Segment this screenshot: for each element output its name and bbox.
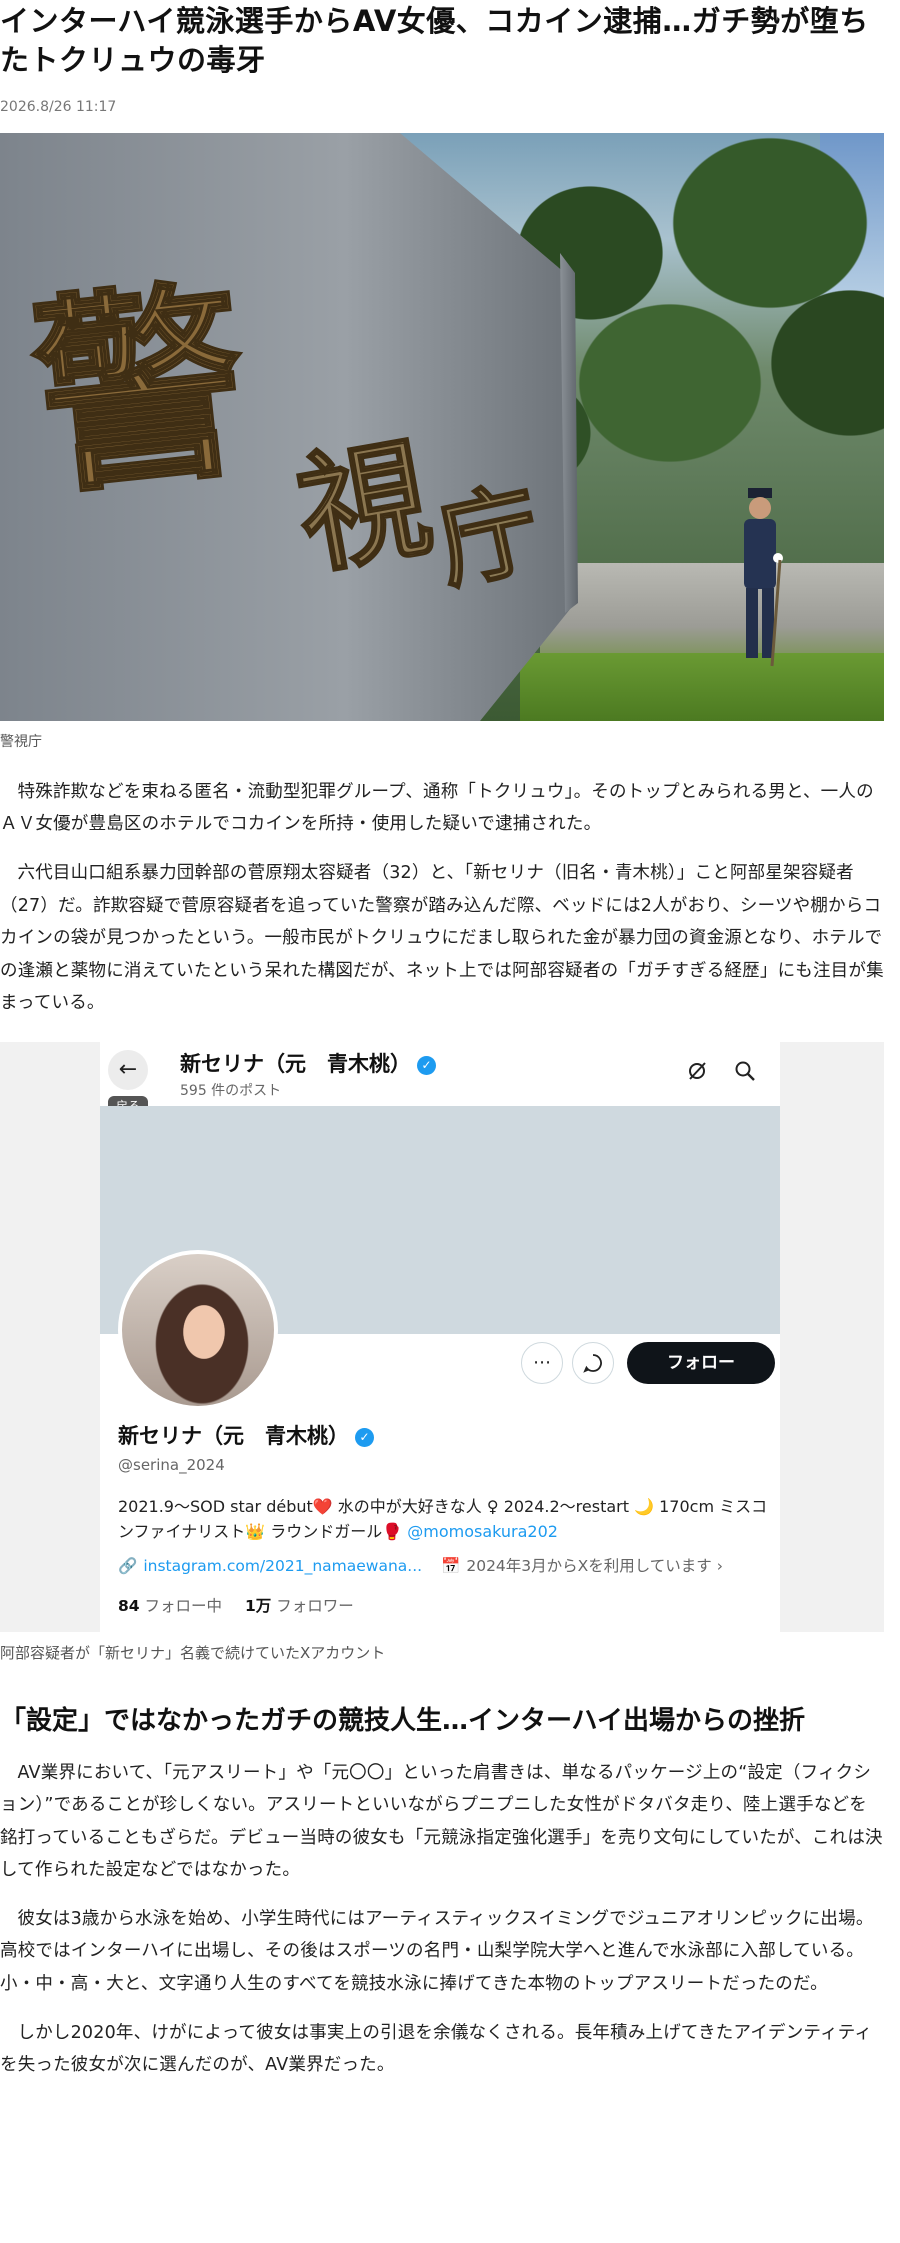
article-paragraph: 特殊詐欺などを束ねる匿名・流動型犯罪グループ、通称「トクリュウ」。そのトップとみ… [0,781,874,835]
photo-police-officer [744,487,783,666]
post-count: 595 件のポスト [180,1082,282,1099]
profile-display-name: 新セリナ（元 青木桃） ✓ [118,1420,374,1450]
article-date: 2026.8/26 11:17 [0,98,117,115]
avatar[interactable] [118,1249,278,1410]
verified-badge-icon: ✓ [355,1427,374,1447]
following-link[interactable]: 84 フォロー中 [118,1597,222,1615]
followers-count: 1万 [244,1596,272,1615]
photo-caption: 警視庁 [0,733,42,750]
message-button[interactable] [572,1341,614,1384]
back-button[interactable]: ← [108,1049,148,1090]
article-paragraph: しかし2020年、けがによって彼女は事実上の引退を余儀なくされる。長年積み上げて… [0,2022,873,2076]
profile-bio: 2021.9～SOD star début❤️ 水の中が大好きな人 ♀ 2024… [118,1494,768,1545]
bio-mention-link[interactable]: @momosakura202 [407,1522,558,1541]
svg-text:警: 警 [23,256,258,524]
arrow-left-icon: ← [118,1057,138,1083]
article-paragraph: AV業界において、「元アスリート」や「元〇〇」といった肩書きは、単なるパッケージ… [0,1762,883,1881]
embed-caption: 阿部容疑者が「新セリナ」名義で続けていたXアカウント [0,1643,386,1662]
message-icon [583,1353,602,1373]
section-heading: 「設定」ではなかったガチの競技人生…インターハイ出場からの挫折 [0,1705,805,1736]
profile-stats: 84 フォロー中 1万 フォロワー [118,1594,354,1616]
verified-badge-icon: ✓ [417,1055,436,1075]
grok-icon-shape [689,1062,706,1080]
profile-meta: 🔗 instagram.com/2021_namaewana... 📅 2024年3… [118,1554,778,1576]
svg-text:視: 視 [287,420,442,593]
more-button[interactable]: ⋯ [521,1341,563,1384]
profile-name-text: 新セリナ（元 青木桃） [180,1051,411,1076]
more-icon: ⋯ [533,1352,551,1374]
profile-website-link[interactable]: instagram.com/2021_namaewana... [143,1557,422,1575]
link-icon: 🔗 [118,1556,138,1575]
follow-button[interactable]: フォロー [627,1341,775,1384]
x-profile-embed: ← 戻る 新セリナ（元 青木桃）✓ 595 件のポスト [0,1041,884,1632]
x-profile-card: ← 戻る 新セリナ（元 青木桃）✓ 595 件のポスト [100,1041,780,1632]
article: インターハイ競泳選手からAV女優、コカイン逮捕…ガチ勢が堕ちたトクリュウの毒牙 … [0,0,884,2082]
chevron-right-icon: › [711,1556,723,1575]
following-label: フォロー中 [144,1596,223,1615]
following-count: 84 [118,1596,140,1615]
profile-display-name-text: 新セリナ（元 青木桃） [118,1423,349,1448]
x-profile-header: ← 戻る 新セリナ（元 青木桃）✓ 595 件のポスト [100,1042,780,1116]
followers-link[interactable]: 1万 フォロワー [245,1597,354,1615]
grok-icon[interactable] [682,1056,712,1086]
article-headline: インターハイ競泳選手からAV女優、コカイン逮捕…ガチ勢が堕ちたトクリュウの毒牙 [0,4,869,78]
search-icon-shape [735,1061,755,1081]
profile-name-header: 新セリナ（元 青木桃） ✓ [180,1048,436,1078]
profile-handle: @serina_2024 [118,1455,225,1474]
profile-joined-date: 2024年3月からXを利用しています [466,1556,712,1575]
hero-photo: 警 視 庁 [0,132,884,721]
article-paragraph: 彼女は3歳から水泳を始め、小学生時代にはアーティスティックスイミングでジュニアオ… [0,1908,874,1994]
calendar-icon: 📅 [441,1556,461,1575]
search-icon[interactable] [730,1056,760,1086]
followers-label: フォロワー [276,1596,354,1615]
article-paragraph: 六代目山口組系暴力団幹部の菅原翔太容疑者（32）と、「新セリナ（旧名・青木桃）」… [0,862,884,1014]
